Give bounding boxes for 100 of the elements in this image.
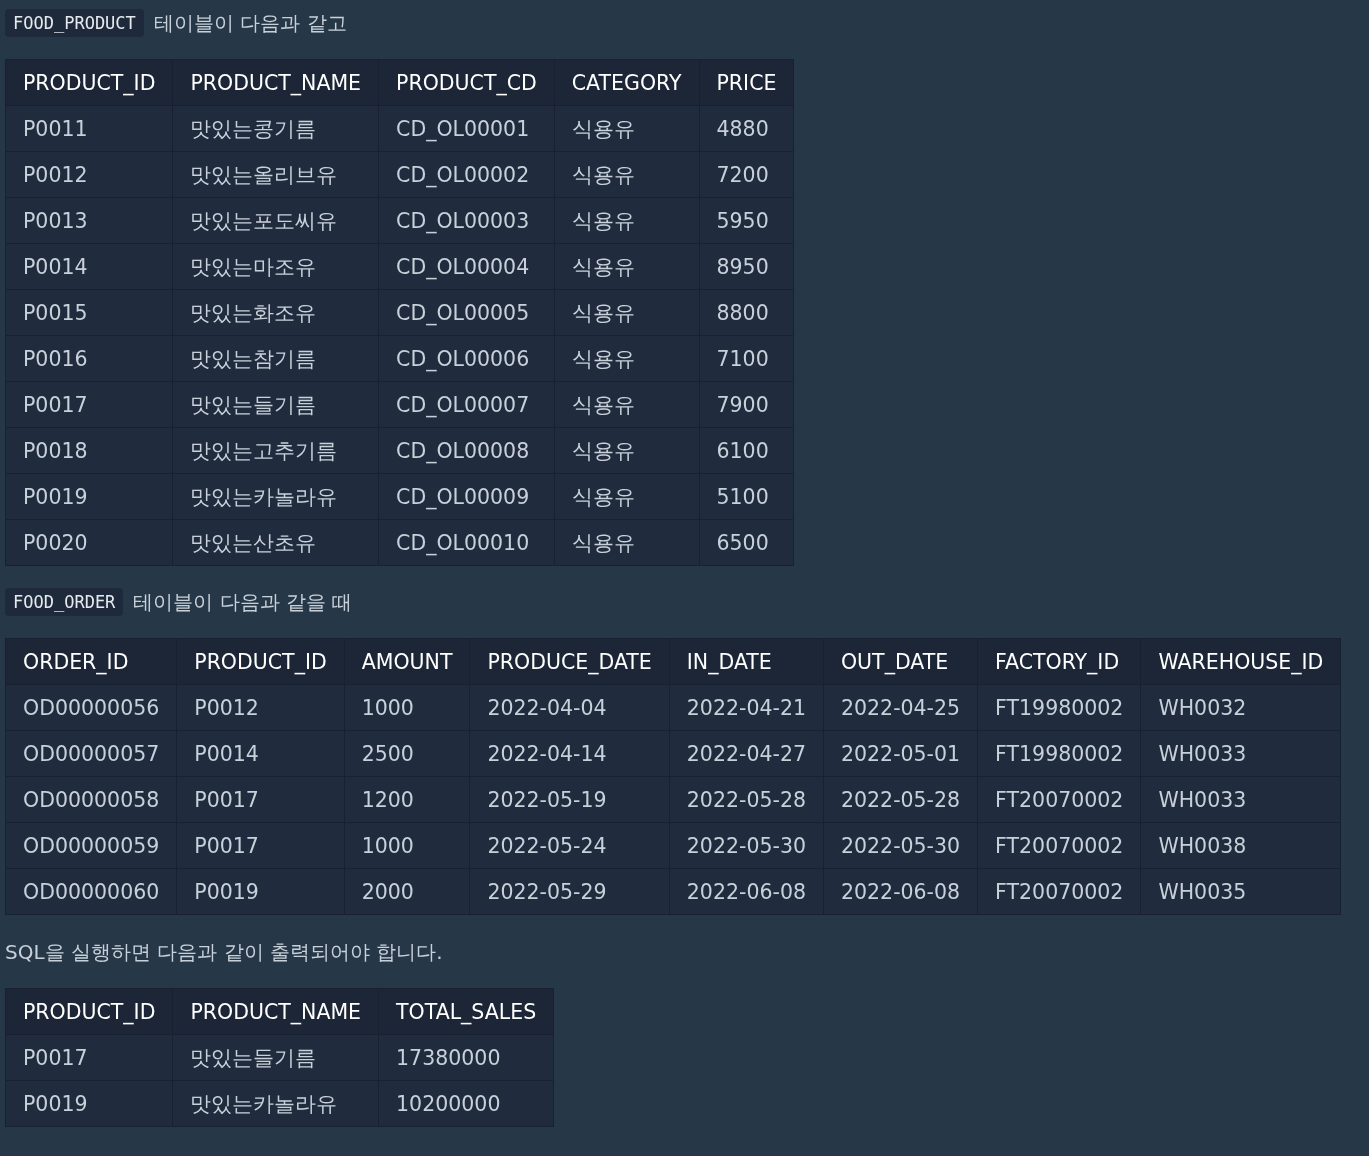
table-cell: 2022-04-21 <box>669 684 824 731</box>
table-cell: 4880 <box>699 105 794 152</box>
table-cell: 2022-05-19 <box>469 776 670 823</box>
table-cell: P0015 <box>5 289 173 336</box>
table-cell: 6100 <box>699 427 794 474</box>
table-cell: 5100 <box>699 473 794 520</box>
table-name-code: FOOD_ORDER <box>5 588 124 616</box>
column-header: IN_DATE <box>669 638 824 685</box>
table-cell: 맛있는콩기름 <box>172 105 379 152</box>
table-cell: 2022-04-25 <box>823 684 978 731</box>
table-cell: P0017 <box>5 381 173 428</box>
table-cell: 2022-04-27 <box>669 730 824 777</box>
table-cell: 7200 <box>699 151 794 198</box>
table-cell: FT19980002 <box>977 730 1141 777</box>
table-cell: P0014 <box>176 730 345 777</box>
table-cell: CD_OL00004 <box>378 243 555 290</box>
column-header: PRODUCE_DATE <box>469 638 670 685</box>
table-cell: 2022-05-30 <box>823 822 978 869</box>
table-cell: 2022-05-28 <box>669 776 824 823</box>
table-cell: FT19980002 <box>977 684 1141 731</box>
table-cell: 2022-06-08 <box>669 868 824 915</box>
description-text: SQL을 실행하면 다음과 같이 출력되어야 합니다. <box>5 939 444 966</box>
column-header: FACTORY_ID <box>977 638 1141 685</box>
table-cell: 맛있는들기름 <box>172 1034 379 1081</box>
table-cell: P0011 <box>5 105 173 152</box>
table-cell: 8800 <box>699 289 794 336</box>
table-cell: 식용유 <box>554 473 699 520</box>
column-header: PRODUCT_CD <box>378 59 555 106</box>
table-cell: 1000 <box>344 822 470 869</box>
table-cell: 식용유 <box>554 519 699 566</box>
table-cell: 2500 <box>344 730 470 777</box>
table-cell: 2000 <box>344 868 470 915</box>
column-header: CATEGORY <box>554 59 699 106</box>
table-cell: 1000 <box>344 684 470 731</box>
table-cell: 2022-06-08 <box>823 868 978 915</box>
table-cell: CD_OL00010 <box>378 519 555 566</box>
table-cell: OD00000060 <box>5 868 177 915</box>
caption-text: 테이블이 다음과 같고 <box>153 9 347 37</box>
table-cell: P0012 <box>176 684 345 731</box>
column-header: OUT_DATE <box>823 638 978 685</box>
table-cell: CD_OL00006 <box>378 335 555 382</box>
table-cell: 2022-05-30 <box>669 822 824 869</box>
table-cell: P0019 <box>176 868 345 915</box>
table-cell: P0017 <box>176 776 345 823</box>
table-cell: 맛있는포도씨유 <box>172 197 379 244</box>
table-cell: P0012 <box>5 151 173 198</box>
table-cell: 식용유 <box>554 335 699 382</box>
table-cell: 2022-05-01 <box>823 730 978 777</box>
table-cell: 8950 <box>699 243 794 290</box>
table-cell: 식용유 <box>554 381 699 428</box>
table-cell: P0013 <box>5 197 173 244</box>
table-cell: OD00000059 <box>5 822 177 869</box>
table-cell: WH0033 <box>1140 776 1341 823</box>
table-cell: WH0038 <box>1140 822 1341 869</box>
table-cell: 맛있는들기름 <box>172 381 379 428</box>
table-cell: OD00000056 <box>5 684 177 731</box>
table-cell: P0017 <box>5 1034 173 1081</box>
table-cell: 맛있는화조유 <box>172 289 379 336</box>
column-header: PRODUCT_NAME <box>172 59 379 106</box>
caption-text: 테이블이 다음과 같을 때 <box>133 588 353 616</box>
table-cell: P0017 <box>176 822 345 869</box>
table-cell: 맛있는고추기름 <box>172 427 379 474</box>
table-cell: CD_OL00009 <box>378 473 555 520</box>
column-header: PRODUCT_ID <box>5 59 173 106</box>
table-cell: FT20070002 <box>977 776 1141 823</box>
table-cell: 6500 <box>699 519 794 566</box>
table-cell: 2022-04-14 <box>469 730 670 777</box>
table-cell: 5950 <box>699 197 794 244</box>
table-cell: WH0032 <box>1140 684 1341 731</box>
column-header: PRODUCT_ID <box>5 988 173 1035</box>
table-name-code: FOOD_PRODUCT <box>5 9 144 37</box>
table-cell: 10200000 <box>378 1080 554 1127</box>
table-cell: P0019 <box>5 1080 173 1127</box>
table-cell: P0020 <box>5 519 173 566</box>
table-cell: WH0035 <box>1140 868 1341 915</box>
table-cell: CD_OL00008 <box>378 427 555 474</box>
table-cell: 2022-04-04 <box>469 684 670 731</box>
table-cell: 맛있는참기름 <box>172 335 379 382</box>
table-cell: P0016 <box>5 335 173 382</box>
table-cell: 식용유 <box>554 105 699 152</box>
table-cell: 2022-05-29 <box>469 868 670 915</box>
table-cell: CD_OL00001 <box>378 105 555 152</box>
table-cell: CD_OL00002 <box>378 151 555 198</box>
table-cell: 식용유 <box>554 243 699 290</box>
column-header: PRICE <box>699 59 794 106</box>
table-cell: 2022-05-28 <box>823 776 978 823</box>
table-cell: OD00000058 <box>5 776 177 823</box>
column-header: AMOUNT <box>344 638 470 685</box>
table-cell: 맛있는마조유 <box>172 243 379 290</box>
table-cell: 식용유 <box>554 151 699 198</box>
table-cell: P0019 <box>5 473 173 520</box>
table-cell: 맛있는카놀라유 <box>172 473 379 520</box>
table-cell: P0014 <box>5 243 173 290</box>
column-header: WAREHOUSE_ID <box>1140 638 1341 685</box>
table-cell: 17380000 <box>378 1034 554 1081</box>
column-header: TOTAL_SALES <box>378 988 554 1035</box>
table-cell: CD_OL00003 <box>378 197 555 244</box>
table-cell: 7100 <box>699 335 794 382</box>
column-header: PRODUCT_ID <box>176 638 345 685</box>
table-cell: 7900 <box>699 381 794 428</box>
